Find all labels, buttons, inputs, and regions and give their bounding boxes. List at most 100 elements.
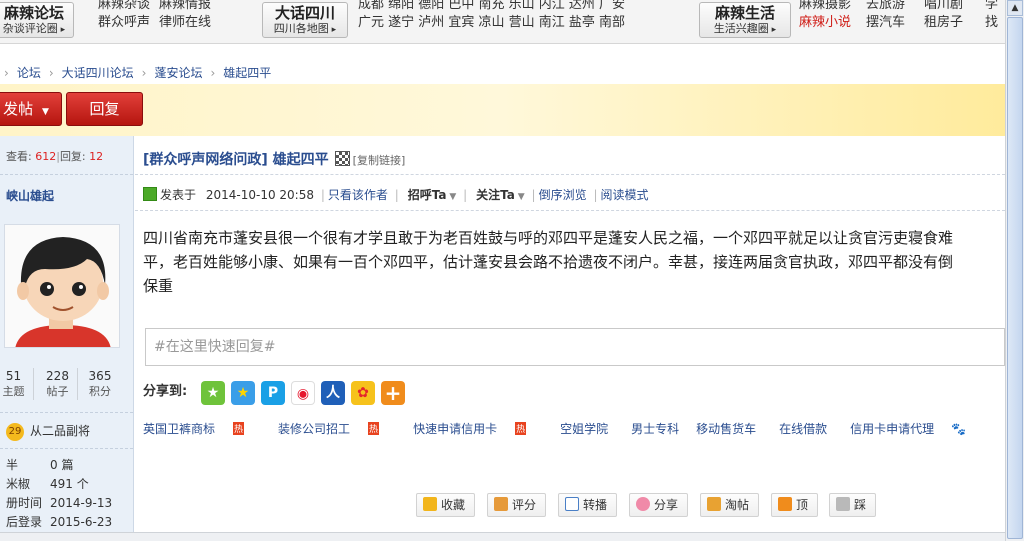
breadcrumb-item[interactable]: 论坛	[17, 66, 41, 80]
vertical-scrollbar[interactable]: ▲	[1005, 0, 1024, 541]
nav-link[interactable]: 群众呼声	[98, 15, 150, 31]
nav-link[interactable]: 律师在线	[159, 15, 211, 31]
repost-button[interactable]: 转播	[558, 493, 618, 517]
info-value: 2014-9-13	[50, 496, 113, 510]
mala-life-title: 麻辣生活	[714, 4, 775, 22]
share-kaixin-icon[interactable]: ✿	[351, 381, 375, 405]
share-qq-friends-icon[interactable]: ★	[231, 381, 255, 405]
city-links-row1[interactable]: 成都 绵阳 德阳 巴中 南充 乐山 内江 达州 广安	[358, 0, 625, 13]
stat-posts[interactable]: 228 帖子	[38, 368, 78, 400]
rate-button[interactable]: 评分	[487, 493, 547, 517]
nav-link[interactable]: 摆汽车	[866, 15, 905, 31]
reverse-order-link[interactable]: 倒序浏览	[539, 188, 587, 202]
caret-down-icon: ▼	[41, 107, 49, 117]
share-qzone-icon[interactable]: ★	[201, 381, 225, 405]
horizontal-scrollbar[interactable]	[0, 532, 1005, 541]
ad-link[interactable]: 在线借款	[779, 422, 827, 436]
post-meta: 发表于 2014-10-10 20:58 | 只看该作者 | 招呼Ta ▼ | 关注T…	[143, 186, 649, 203]
breadcrumb-separator: ›	[4, 66, 9, 80]
nav-link[interactable]: 租房子	[924, 15, 963, 31]
action-label: 分享	[654, 498, 679, 512]
share-tencent-p-icon[interactable]: P	[261, 381, 285, 405]
share-label: 分享到:	[143, 384, 188, 399]
qrcode-icon[interactable]	[334, 151, 350, 166]
avatar-illustration	[5, 225, 119, 347]
read-mode-link[interactable]: 阅读模式	[600, 188, 648, 202]
scroll-up-icon[interactable]: ▲	[1007, 0, 1023, 16]
stat-points[interactable]: 365 积分	[80, 368, 120, 400]
greet-button[interactable]: 招呼Ta	[408, 188, 447, 202]
reply-button[interactable]: 回复	[66, 92, 143, 126]
upvote-button[interactable]: 顶	[771, 493, 819, 517]
mala-forum-button[interactable]: 麻辣论坛 杂谈评论圈	[0, 2, 74, 38]
favorite-button[interactable]: 收藏	[416, 493, 476, 517]
info-value: 0 篇	[50, 458, 74, 472]
arrow-down-icon	[836, 497, 850, 511]
breadcrumb-separator: ›	[48, 66, 54, 80]
ad-link[interactable]: 空姐学院	[560, 422, 608, 436]
profile-info-row: 半 0 篇	[6, 456, 73, 473]
profile-info-row: 后登录 2015-6-23	[6, 513, 112, 530]
paw-icon[interactable]: 🐾	[951, 422, 966, 436]
share-weibo-icon[interactable]: ◉	[291, 381, 315, 405]
copy-link-button[interactable]: [复制链接]	[353, 154, 406, 167]
breadcrumb-item[interactable]: 雄起四平	[223, 66, 271, 80]
action-label: 踩	[854, 498, 867, 512]
nav-link[interactable]: 麻辣情报	[159, 0, 211, 13]
ad-link[interactable]: 信用卡申请代理	[850, 422, 934, 436]
info-key: 半	[6, 458, 19, 472]
collect-button[interactable]: 淘帖	[700, 493, 760, 517]
ad-link[interactable]: 快速申请信用卡 热	[413, 422, 543, 436]
scrollbar-thumb[interactable]	[1007, 17, 1023, 539]
rank-name: 从二品副将	[30, 424, 91, 438]
star-icon	[423, 497, 437, 511]
mala-life-sub: 生活兴趣圈	[700, 22, 790, 37]
breadcrumb-item[interactable]: 蓬安论坛	[154, 66, 202, 80]
nav-link[interactable]: 找	[985, 15, 998, 31]
nav-link[interactable]: 麻辣杂谈	[98, 0, 150, 13]
stat-label: 积分	[89, 385, 111, 398]
stat-value: 228	[46, 369, 69, 383]
stat-label: 主题	[2, 385, 25, 398]
stat-label: 帖子	[46, 385, 69, 398]
nav-link[interactable]: 唱川剧	[924, 0, 963, 13]
thread-title[interactable]: [群众呼声网络问政] 雄起四平	[143, 152, 329, 168]
breadcrumb-separator: ›	[210, 66, 216, 80]
breadcrumb-item[interactable]: 大话四川论坛	[62, 66, 134, 80]
post-body-line: 保重	[143, 277, 174, 295]
sichuan-talk-sub: 四川各地图	[263, 22, 347, 37]
stat-threads[interactable]: 51 主题	[0, 368, 34, 400]
nav-link[interactable]: 学	[985, 0, 998, 13]
meta-divider: |	[394, 188, 399, 202]
mala-life-button[interactable]: 麻辣生活 生活兴趣圈	[699, 2, 791, 38]
only-author-link[interactable]: 只看该作者	[328, 188, 388, 202]
nav-link[interactable]: 麻辣小说	[799, 15, 851, 31]
quick-reply-input[interactable]: #在这里快速回复#	[145, 328, 1005, 366]
profile-info-row: 米椒 491 个	[6, 475, 89, 492]
nav-link[interactable]: 麻辣摄影	[799, 0, 851, 13]
share-more-icon[interactable]: +	[381, 381, 405, 405]
info-key: 米椒	[6, 477, 31, 491]
action-label: 收藏	[441, 498, 466, 512]
nav-link[interactable]: 去旅游	[866, 0, 905, 13]
ad-link[interactable]: 移动售货车	[696, 422, 756, 436]
action-label: 淘帖	[725, 498, 750, 512]
ad-link-text: 英国卫裤商标	[143, 422, 216, 436]
author-name[interactable]: 峡山雄起	[6, 187, 54, 204]
ad-link[interactable]: 装修公司招工 热	[278, 422, 396, 436]
sichuan-talk-button[interactable]: 大话四川 四川各地图	[262, 2, 348, 38]
share-renren-icon[interactable]: 人	[321, 381, 345, 405]
posted-label: 发表于	[160, 188, 197, 202]
new-post-button[interactable]: 发帖 ▼	[0, 92, 62, 126]
forum-thread-page: 麻辣论坛 杂谈评论圈 麻辣杂谈 群众呼声 麻辣情报 律师在线 大话四川 四川各地…	[0, 0, 1024, 541]
share-button[interactable]: 分享	[629, 493, 689, 517]
city-links-row2[interactable]: 广元 遂宁 泸州 宜宾 凉山 营山 南江 盐亭 南部	[358, 15, 625, 31]
ad-link[interactable]: 英国卫裤商标 热	[143, 422, 261, 436]
breadcrumb: › 论坛 › 大话四川论坛 › 蓬安论坛 › 雄起四平	[0, 62, 271, 84]
mala-forum-sub: 杂谈评论圈	[0, 22, 73, 37]
avatar[interactable]	[4, 224, 120, 348]
downvote-button[interactable]: 踩	[829, 493, 877, 517]
follow-button[interactable]: 关注Ta	[476, 188, 515, 202]
posted-time: 2014-10-10 20:58	[205, 188, 314, 202]
ad-link[interactable]: 男士专科	[631, 422, 679, 436]
